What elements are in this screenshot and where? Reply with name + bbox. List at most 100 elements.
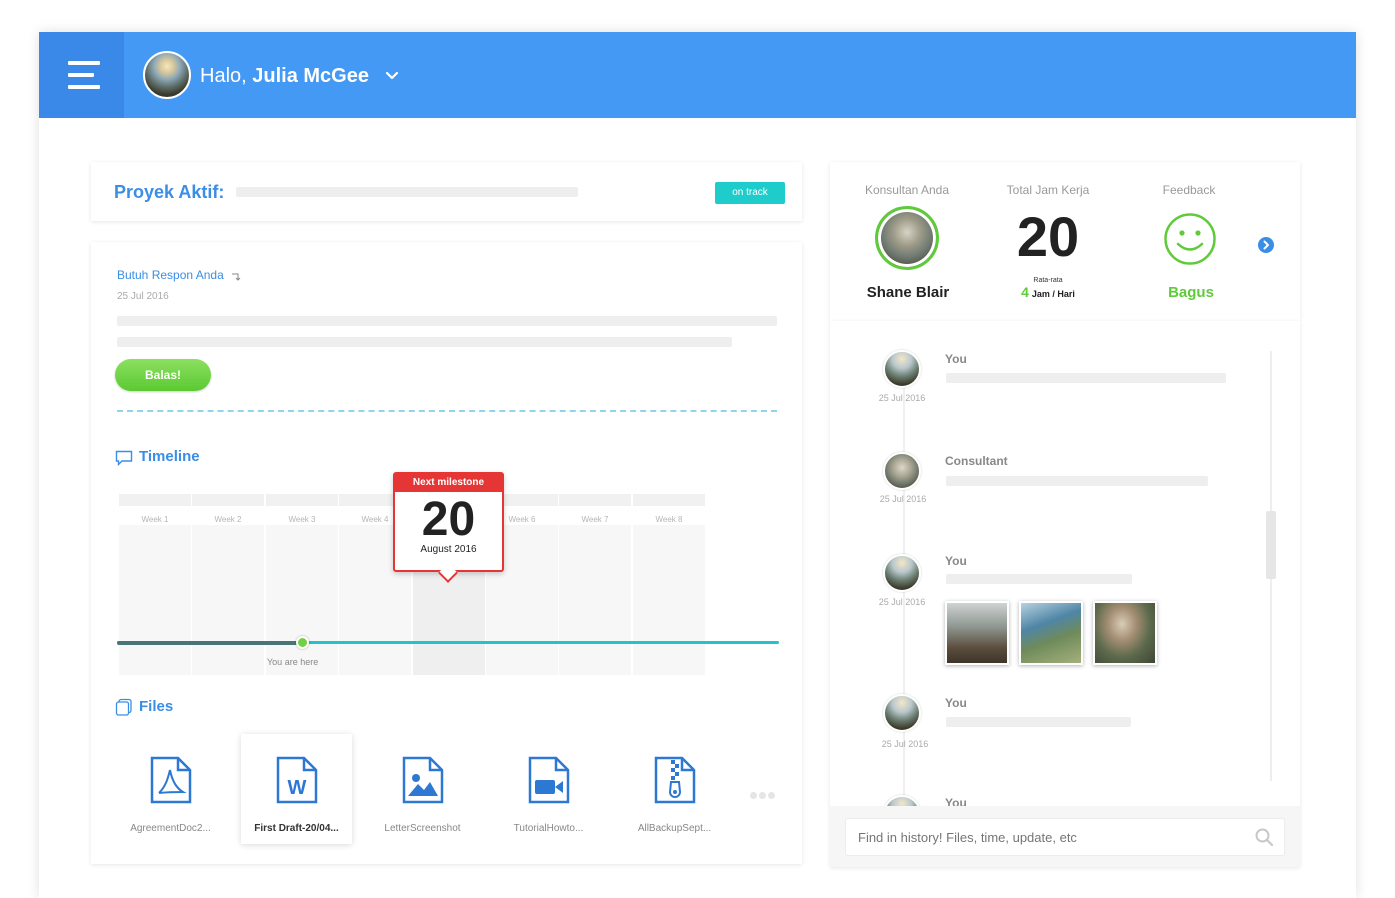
more-files-icon[interactable] xyxy=(750,786,777,804)
feedback-label: Feedback xyxy=(1162,183,1216,197)
avatar xyxy=(883,452,921,490)
response-date: 25 Jul 2016 xyxy=(117,291,169,302)
average-hours-unit: Jam / Hari xyxy=(1031,289,1075,299)
smiley-face-icon xyxy=(1164,213,1216,265)
week-label: Week 7 xyxy=(581,515,609,524)
week-label: Week 8 xyxy=(655,515,683,524)
menu-line-icon xyxy=(68,61,100,65)
file-stack-icon xyxy=(115,698,132,716)
chat-bubble-icon xyxy=(115,450,133,466)
week-column-header xyxy=(266,494,338,506)
message-placeholder-line xyxy=(117,316,777,326)
history-message-placeholder xyxy=(946,476,1208,486)
total-hours-label: Total Jam Kerja xyxy=(1006,183,1090,197)
user-name: Julia McGee xyxy=(252,65,369,87)
week-label: Week 2 xyxy=(214,515,242,524)
zip-file-icon xyxy=(654,756,696,804)
file-name: AgreementDoc2... xyxy=(130,823,211,834)
chevron-right-icon[interactable] xyxy=(1258,237,1274,253)
avatar xyxy=(883,554,921,592)
app-window: Halo, Julia McGee Proyek Aktif: on track… xyxy=(39,32,1356,898)
history-date: 25 Jul 2016 xyxy=(881,739,929,749)
feedback-value: Bagus xyxy=(1168,284,1214,301)
search-icon[interactable] xyxy=(1255,828,1273,846)
total-hours-value: 20 xyxy=(1016,205,1080,268)
chevron-down-icon[interactable] xyxy=(385,69,399,83)
summary-card: Konsultan Anda Shane Blair Total Jam Ker… xyxy=(830,162,1300,321)
history-message-placeholder xyxy=(946,574,1132,584)
search-input[interactable] xyxy=(845,818,1285,856)
file-item[interactable]: LetterScreenshot xyxy=(367,734,478,844)
project-detail-card: Butuh Respon Anda 25 Jul 2016 Balas! Tim… xyxy=(91,242,802,864)
current-position-marker[interactable] xyxy=(296,636,309,649)
average-hours-value: 4 xyxy=(1021,284,1029,300)
response-needed-label: Butuh Respon Anda xyxy=(117,268,224,282)
word-file-icon: W xyxy=(276,756,318,804)
attachment-thumbnail[interactable] xyxy=(1093,601,1157,665)
file-name: LetterScreenshot xyxy=(384,823,461,834)
week-column-header xyxy=(559,494,631,506)
greeting: Halo, Julia McGee xyxy=(200,65,369,88)
next-milestone-callout[interactable]: Next milestone 20 August 2016 xyxy=(393,472,504,583)
week-label: Week 1 xyxy=(141,515,169,524)
avatar xyxy=(883,694,921,732)
avatar xyxy=(883,350,921,388)
file-item-selected[interactable]: W First Draft-20/04... xyxy=(241,734,352,844)
history-search-bar xyxy=(830,806,1300,867)
week-column-header xyxy=(119,494,191,506)
history-message-placeholder xyxy=(946,373,1226,383)
history-author: You xyxy=(945,554,967,568)
consultant-label: Konsultan Anda xyxy=(864,183,950,197)
week-label: Week 3 xyxy=(288,515,316,524)
scrollbar-thumb[interactable] xyxy=(1266,511,1276,579)
milestone-month-year: August 2016 xyxy=(420,544,477,555)
status-badge: on track xyxy=(715,182,785,204)
average-hours: 4 Jam / Hari xyxy=(988,284,1108,300)
section-divider xyxy=(117,410,777,412)
timeline-progress xyxy=(117,641,302,645)
response-needed-link[interactable]: Butuh Respon Anda xyxy=(117,268,241,282)
history-panel: 25 Jul 2016 You 25 Jul 2016 Consultant 2… xyxy=(830,321,1300,867)
file-name: First Draft-20/04... xyxy=(254,823,339,834)
history-author: Consultant xyxy=(945,454,1008,468)
milestone-day: 20 xyxy=(421,493,476,546)
user-avatar[interactable] xyxy=(143,51,191,99)
message-placeholder-line xyxy=(117,337,732,347)
history-message-placeholder xyxy=(946,717,1131,727)
reply-arrow-icon xyxy=(232,273,241,281)
reply-button[interactable]: Balas! xyxy=(115,359,211,391)
attachment-thumbnail[interactable] xyxy=(945,601,1009,665)
file-item[interactable]: AgreementDoc2... xyxy=(115,734,226,844)
history-author: You xyxy=(945,352,967,366)
history-author: You xyxy=(945,696,967,710)
attachment-thumbnail[interactable] xyxy=(1019,601,1083,665)
history-date: 25 Jul 2016 xyxy=(878,393,926,403)
file-name: AllBackupSept... xyxy=(637,823,712,834)
timeline-title: Timeline xyxy=(139,448,200,465)
week-column xyxy=(266,525,338,675)
week-column-header xyxy=(633,494,705,506)
week-column-header xyxy=(192,494,264,506)
week-column xyxy=(633,525,705,675)
week-column xyxy=(192,525,264,675)
file-item[interactable]: AllBackupSept... xyxy=(619,734,730,844)
active-project-title: Proyek Aktif: xyxy=(114,182,225,202)
top-bar: Halo, Julia McGee xyxy=(39,32,1356,118)
average-label: Rata-rata xyxy=(1033,277,1063,284)
week-column xyxy=(119,525,191,675)
file-item[interactable]: TutorialHowto... xyxy=(493,734,604,844)
video-file-icon xyxy=(528,756,570,804)
hamburger-menu-button[interactable] xyxy=(39,32,124,118)
greeting-prefix: Halo, xyxy=(200,65,247,87)
consultant-name: Shane Blair xyxy=(866,284,950,301)
project-name-placeholder xyxy=(236,187,578,197)
you-are-here-label: You are here xyxy=(267,657,319,667)
file-name: TutorialHowto... xyxy=(513,823,584,834)
consultant-avatar[interactable] xyxy=(875,206,939,270)
image-file-icon xyxy=(402,756,444,804)
pdf-file-icon xyxy=(150,756,192,804)
history-date: 25 Jul 2016 xyxy=(879,494,927,504)
menu-line-icon xyxy=(68,85,100,89)
svg-text:W: W xyxy=(288,777,307,799)
files-title: Files xyxy=(139,698,174,715)
